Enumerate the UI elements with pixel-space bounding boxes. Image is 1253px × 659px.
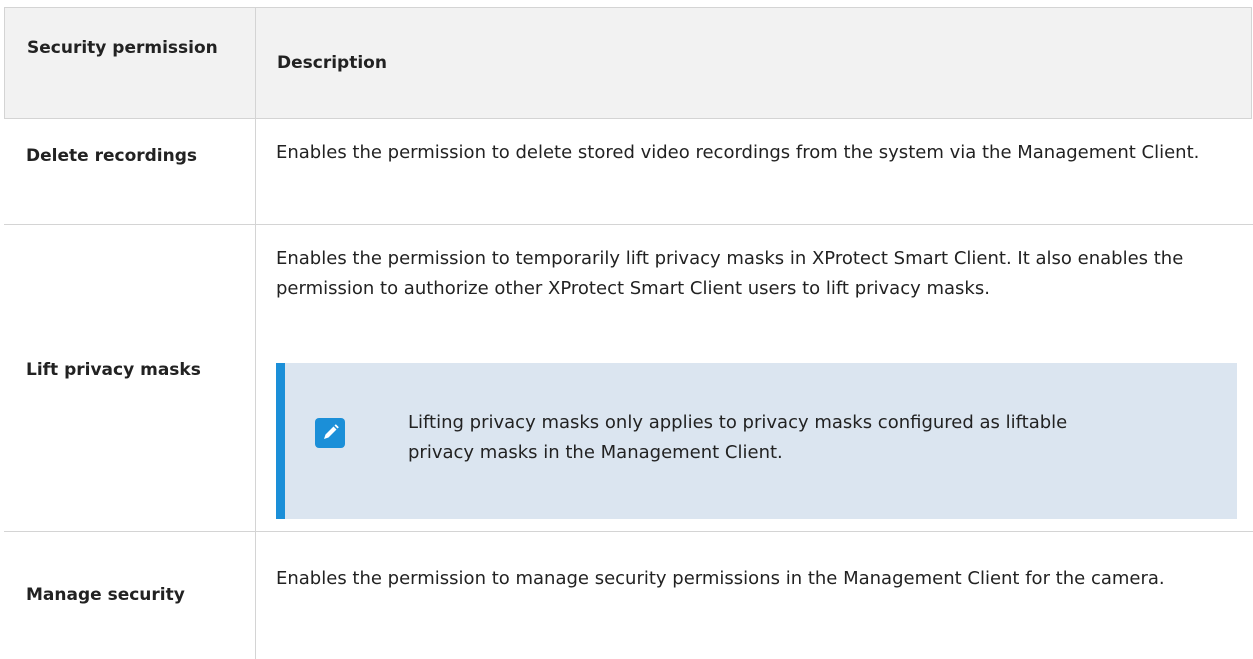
permission-description: Enables the permission to manage securit… xyxy=(276,568,1165,589)
table-row: Delete recordings Enables the permission… xyxy=(4,118,1253,225)
permission-description: Enables the permission to temporarily li… xyxy=(276,248,1184,299)
table-row: Lift privacy masks Enables the permissio… xyxy=(4,225,1253,532)
permission-name: Manage security xyxy=(26,585,185,605)
note-text: Lifting privacy masks only applies to pr… xyxy=(408,412,1068,463)
permission-name: Delete recordings xyxy=(26,146,198,166)
header-permission: Security permission xyxy=(27,38,218,58)
column-divider xyxy=(255,7,256,659)
permission-description: Enables the permission to delete stored … xyxy=(276,142,1200,163)
table-row: Manage security Enables the permission t… xyxy=(4,532,1253,659)
pencil-icon xyxy=(315,418,345,448)
table-header-row: Security permission Description xyxy=(4,7,1252,119)
note-box: Lifting privacy masks only applies to pr… xyxy=(276,363,1237,519)
header-description: Description xyxy=(277,53,387,73)
permission-name: Lift privacy masks xyxy=(26,360,201,380)
